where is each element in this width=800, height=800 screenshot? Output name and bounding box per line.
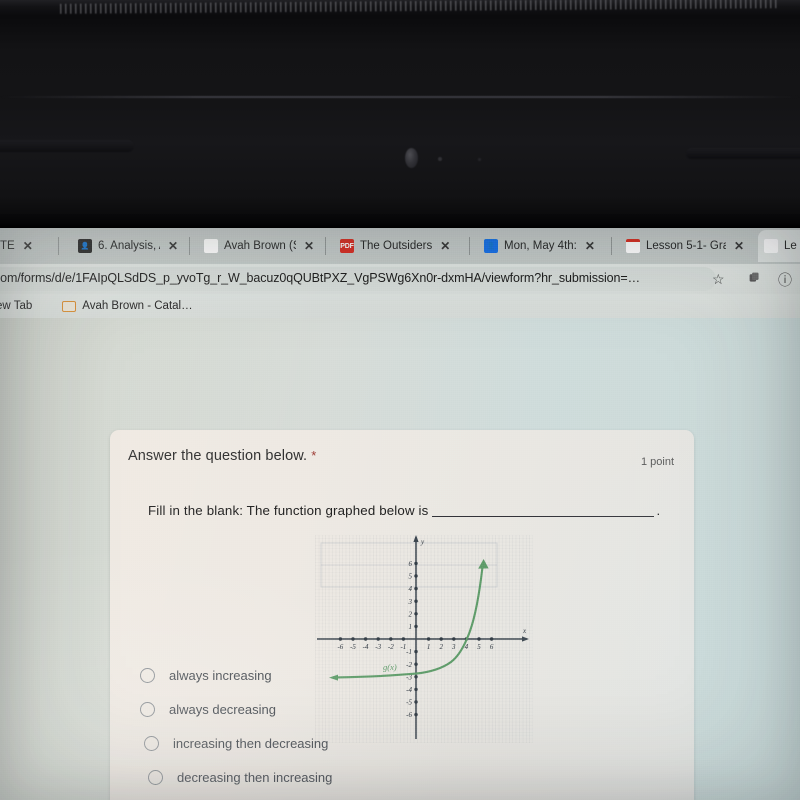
browser-tab-3[interactable]: PDF The Outsiders ✕: [334, 230, 464, 262]
help-circle-icon[interactable]: ⓘ: [778, 270, 792, 290]
radio-button[interactable]: [148, 769, 163, 785]
svg-text:-1: -1: [406, 648, 412, 656]
tab-title: Le: [784, 240, 797, 252]
bookmark-label: ew Tab: [0, 300, 33, 312]
question-suffix: .: [656, 503, 661, 518]
tab-title: Avah Brown (S: [224, 240, 296, 252]
svg-text:6: 6: [409, 560, 413, 568]
required-marker: *: [311, 448, 317, 463]
google-forms-page: Answer the question below. * 1 point Fil…: [0, 318, 800, 800]
svg-text:1: 1: [409, 623, 413, 631]
svg-text:-2: -2: [388, 643, 394, 651]
answer-options: always increasing always decreasing incr…: [140, 658, 660, 794]
ambient-sensor-icon: [478, 158, 481, 161]
folder-icon: [62, 300, 77, 312]
browser-tab-6[interactable]: ▤ Le: [758, 230, 800, 262]
tab-separator: [611, 237, 612, 255]
svg-text:3: 3: [451, 643, 456, 651]
person-icon: 👤: [484, 239, 498, 253]
person-icon: 👤: [78, 239, 92, 253]
question-text: Fill in the blank: The function graphed …: [148, 503, 660, 518]
bookmarks-bar: ew Tab Avah Brown - Catal…: [0, 294, 800, 318]
question-card: Answer the question below. * 1 point Fil…: [110, 430, 694, 800]
svg-text:1: 1: [427, 643, 431, 651]
extension-icon[interactable]: [748, 271, 761, 284]
tab-close-icon[interactable]: ✕: [168, 239, 178, 253]
tab-separator: [189, 237, 190, 255]
speaker-grille-right: [686, 148, 800, 159]
svg-text:-4: -4: [363, 643, 369, 651]
star-outline-icon[interactable]: ☆: [712, 271, 725, 288]
bookmark-item-avah-brown[interactable]: Avah Brown - Catal…: [62, 300, 193, 312]
svg-text:3: 3: [408, 598, 413, 606]
pdf-icon: PDF: [340, 239, 354, 253]
question-title-text: Answer the question below.: [128, 448, 308, 464]
question-prefix: Fill in the blank: The function graphed …: [148, 503, 429, 518]
points-label: 1 point: [640, 456, 674, 468]
radio-button[interactable]: [140, 667, 155, 683]
google-sheets-icon: ▤: [764, 239, 778, 253]
laptop-screen: TE ✕ 👤 6. Analysis, An ✕ ☰ Avah Brown (S…: [0, 228, 800, 800]
browser-tab-2[interactable]: ☰ Avah Brown (S ✕: [198, 230, 320, 262]
y-axis-label: y: [420, 538, 425, 546]
webcam-icon: [405, 148, 418, 168]
webcam-led-icon: [438, 157, 442, 161]
tab-separator: [58, 237, 59, 255]
tab-title: The Outsiders: [360, 240, 433, 252]
tab-title: Mon, May 4th:: [504, 240, 577, 252]
laptop-bezel: [0, 0, 800, 228]
browser-tab-0[interactable]: TE ✕: [0, 230, 50, 262]
option-label: decreasing then increasing: [177, 769, 333, 785]
option-row-2[interactable]: increasing then decreasing: [140, 726, 660, 760]
url-text[interactable]: com/forms/d/e/1FAIpQLSdDS_p_yvoTg_r_W_ba…: [0, 271, 694, 285]
fill-in-blank-line: [432, 516, 655, 517]
bookmark-label: Avah Brown - Catal…: [82, 300, 193, 312]
tab-close-icon[interactable]: ✕: [440, 239, 450, 253]
option-row-1[interactable]: always decreasing: [140, 692, 660, 726]
tab-close-icon[interactable]: ✕: [585, 239, 595, 253]
browser-tab-4[interactable]: 👤 Mon, May 4th: ✕: [478, 230, 606, 262]
option-row-3[interactable]: decreasing then increasing: [140, 760, 660, 794]
browser-tab-5[interactable]: Lesson 5-1- Gra ✕: [620, 230, 750, 262]
svg-text:-6: -6: [337, 643, 343, 651]
svg-text:4: 4: [409, 585, 413, 593]
browser-tab-strip: TE ✕ 👤 6. Analysis, An ✕ ☰ Avah Brown (S…: [0, 228, 800, 264]
svg-text:2: 2: [409, 610, 413, 618]
tab-separator: [325, 237, 326, 255]
tab-title: 6. Analysis, An: [98, 240, 160, 252]
radio-button[interactable]: [140, 701, 155, 717]
option-label: always decreasing: [169, 701, 276, 717]
option-row-0[interactable]: always increasing: [140, 658, 660, 692]
browser-toolbar: com/forms/d/e/1FAIpQLSdDS_p_yvoTg_r_W_ba…: [0, 264, 800, 294]
bookmark-item-new-tab[interactable]: ew Tab: [0, 300, 32, 312]
svg-text:2: 2: [439, 643, 443, 651]
speaker-grille-left: [0, 140, 134, 152]
svg-text:-5: -5: [350, 643, 356, 651]
tab-close-icon[interactable]: ✕: [734, 239, 744, 253]
calendar-icon: [626, 239, 640, 253]
svg-text:5: 5: [409, 573, 413, 581]
google-docs-icon: ☰: [204, 239, 218, 253]
browser-tab-1[interactable]: 👤 6. Analysis, An ✕: [72, 230, 184, 262]
y-axis-arrow: [413, 535, 419, 542]
x-axis-arrow: [522, 636, 529, 642]
curve-arrow-right: [478, 559, 489, 569]
option-label: always increasing: [169, 667, 272, 683]
bezel-bottom-edge: [0, 214, 800, 228]
tab-title: TE: [0, 240, 15, 252]
tab-title: Lesson 5-1- Gra: [646, 240, 726, 252]
laptop-photo: TE ✕ 👤 6. Analysis, An ✕ ☰ Avah Brown (S…: [0, 0, 800, 800]
x-axis-label: x: [522, 627, 527, 635]
svg-text:5: 5: [477, 643, 481, 651]
radio-button[interactable]: [144, 735, 159, 751]
bezel-seam: [0, 96, 800, 98]
svg-text:6: 6: [490, 643, 494, 651]
tab-close-icon[interactable]: ✕: [23, 239, 33, 253]
svg-text:-3: -3: [375, 643, 381, 651]
tab-close-icon[interactable]: ✕: [304, 239, 314, 253]
option-label: increasing then decreasing: [173, 735, 329, 751]
tab-separator: [469, 237, 470, 255]
page-title: Answer the question below. *: [128, 448, 316, 464]
